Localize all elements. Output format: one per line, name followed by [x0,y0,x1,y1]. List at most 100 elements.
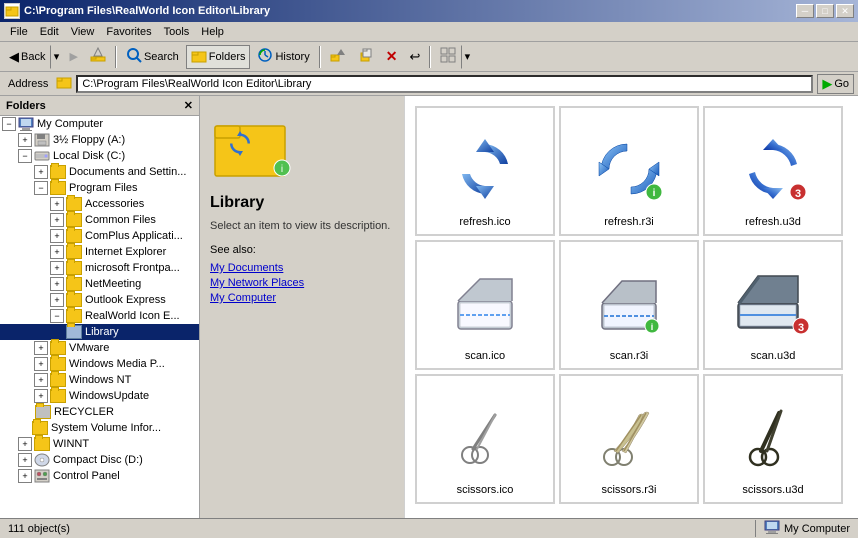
menu-view[interactable]: View [65,24,101,40]
expander-vmware[interactable]: + [34,341,48,355]
maximize-button[interactable]: □ [816,4,834,18]
tree-item-local-disk[interactable]: − Local Disk (C:) [0,148,199,164]
back-dropdown[interactable]: ▾ [50,45,62,69]
history-label: History [275,51,309,63]
history-button[interactable]: History [252,45,314,69]
tree-item-compact-disc[interactable]: + Compact Disc (D:) [0,452,199,468]
tree-item-outlook[interactable]: + Outlook Express [0,292,199,308]
tree-label-outlook: Outlook Express [85,294,166,306]
tree-item-vmware[interactable]: + VMware [0,340,199,356]
expander-frontpage[interactable]: + [50,261,64,275]
address-folder-icon [56,75,72,92]
file-item-scissors-ico[interactable]: scissors.ico [415,374,555,504]
back-label: Back [21,51,45,63]
back-button[interactable]: ◀ Back [4,45,50,69]
tree-item-netmeeting[interactable]: + NetMeeting [0,276,199,292]
expander-common-files[interactable]: + [50,213,64,227]
folder-icon-library [66,325,82,339]
expander-floppy[interactable]: + [18,133,32,147]
tree-item-windows-media[interactable]: + Windows Media P... [0,356,199,372]
delete-button[interactable]: ✕ [381,45,403,69]
menu-help[interactable]: Help [195,24,230,40]
expander-realworld[interactable]: − [50,309,64,323]
expander-local-disk[interactable]: − [18,149,32,163]
menu-favorites[interactable]: Favorites [100,24,157,40]
tree-item-my-computer[interactable]: − My Computer [0,116,199,132]
undo-button[interactable]: ↩ [404,45,425,69]
file-item-scan-u3d[interactable]: 3 scan.u3d [703,240,843,370]
expander-outlook[interactable]: + [50,293,64,307]
my-network-places-link[interactable]: My Network Places [210,277,394,289]
file-item-scan-ico[interactable]: scan.ico [415,240,555,370]
expander-complus[interactable]: + [50,229,64,243]
expander-windows-nt[interactable]: + [34,373,48,387]
tree-item-program-files[interactable]: − Program Files [0,180,199,196]
tree-item-complus[interactable]: + ComPlus Applicati... [0,228,199,244]
svg-text:i: i [653,188,656,199]
views-dropdown[interactable]: ▾ [461,45,473,69]
expander-compact-disc[interactable]: + [18,453,32,467]
undo-icon: ↩ [409,49,420,65]
file-item-refresh-r3i[interactable]: i refresh.r3i [559,106,699,236]
info-panel-icon: i [210,106,290,186]
tree-label-complus: ComPlus Applicati... [85,230,183,242]
copy-to-button[interactable] [353,45,379,69]
menu-tools[interactable]: Tools [158,24,196,40]
expander-winnt[interactable]: + [18,437,32,451]
expander-my-computer[interactable]: − [2,117,16,131]
separator-3 [429,46,431,68]
expander-windows-update[interactable]: + [34,389,48,403]
tree-item-recycler[interactable]: RECYCLER [0,404,199,420]
tree-item-library[interactable]: Library [0,324,199,340]
tree-item-windows-update[interactable]: + WindowsUpdate [0,388,199,404]
tree-label-common-files: Common Files [85,214,156,226]
tree-item-floppy[interactable]: + 3½ Floppy (A:) [0,132,199,148]
tree-item-common-files[interactable]: + Common Files [0,212,199,228]
file-name-scissors-ico: scissors.ico [457,484,514,496]
minimize-button[interactable]: ─ [796,4,814,18]
my-computer-link[interactable]: My Computer [210,292,394,304]
expander-windows-media[interactable]: + [34,357,48,371]
forward-button[interactable]: ▶ [64,45,82,69]
menu-file[interactable]: File [4,24,34,40]
tree-item-winnt[interactable]: + WINNT [0,436,199,452]
tree-item-accessories[interactable]: + Accessories [0,196,199,212]
views-button[interactable] [435,45,461,69]
go-button[interactable]: ▶ Go [817,74,854,94]
folder-icon-windows-update [50,389,66,403]
file-name-refresh-r3i: refresh.r3i [604,216,654,228]
expander-program-files[interactable]: − [34,181,48,195]
expander-control-panel[interactable]: + [18,469,32,483]
search-icon [126,47,142,66]
up-button[interactable] [85,45,111,69]
move-to-button[interactable] [325,45,351,69]
expander-netmeeting[interactable]: + [50,277,64,291]
content-area: i Library Select an item to view its des… [200,96,858,518]
folders-button[interactable]: Folders [186,45,251,69]
tree-item-control-panel[interactable]: + Control Panel [0,468,199,484]
file-preview-refresh-r3i: i [579,124,679,214]
tree-item-internet-explorer[interactable]: + Internet Explorer [0,244,199,260]
file-item-scissors-r3i[interactable]: scissors.r3i [559,374,699,504]
expander-docs[interactable]: + [34,165,48,179]
file-item-scissors-u3d[interactable]: scissors.u3d [703,374,843,504]
file-item-refresh-u3d[interactable]: 3 refresh.u3d [703,106,843,236]
expander-ie[interactable]: + [50,245,64,259]
address-input[interactable]: C:\Program Files\RealWorld Icon Editor\L… [76,75,813,93]
tree-item-system-volume[interactable]: System Volume Infor... [0,420,199,436]
file-item-refresh-ico[interactable]: refresh.ico [415,106,555,236]
tree-item-docs[interactable]: + Documents and Settin... [0,164,199,180]
tree-item-realworld[interactable]: − RealWorld Icon E... [0,308,199,324]
close-button[interactable]: ✕ [836,4,854,18]
file-preview-scan-ico [435,258,535,348]
my-documents-link[interactable]: My Documents [210,262,394,274]
file-item-scan-r3i[interactable]: i scan.r3i [559,240,699,370]
menu-edit[interactable]: Edit [34,24,65,40]
search-button[interactable]: Search [121,45,184,69]
tree-item-frontpage[interactable]: + microsoft Frontpa... [0,260,199,276]
folder-icon-vmware [50,341,66,355]
tree-item-windows-nt[interactable]: + Windows NT [0,372,199,388]
expander-accessories[interactable]: + [50,197,64,211]
folders-panel-close[interactable]: ✕ [184,99,193,112]
control-panel-icon [34,469,50,483]
